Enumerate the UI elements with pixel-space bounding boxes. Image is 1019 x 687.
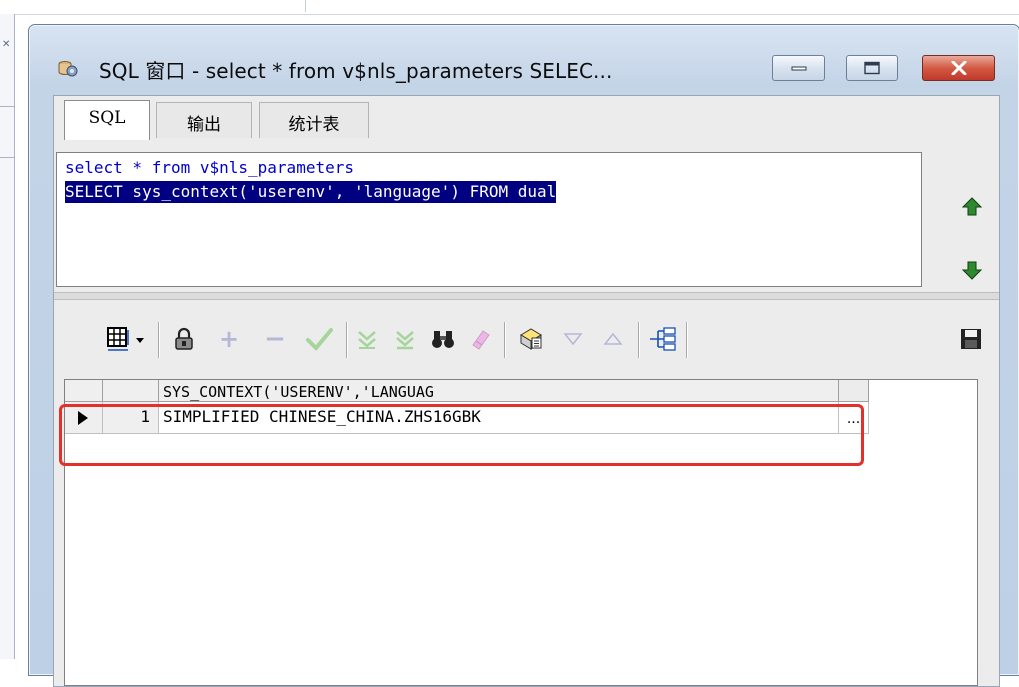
save-disk-icon bbox=[961, 329, 981, 349]
sql-line-1: select * from v$nls_parameters bbox=[65, 158, 354, 177]
find-button[interactable] bbox=[428, 324, 458, 354]
minimize-icon bbox=[791, 66, 806, 71]
fetch-last-button[interactable] bbox=[390, 324, 420, 354]
column-header-filler bbox=[839, 380, 869, 402]
query-records-icon bbox=[520, 328, 542, 350]
fetch-next-icon bbox=[358, 331, 376, 349]
plus-icon: + bbox=[218, 325, 240, 353]
history-down-icon[interactable] bbox=[961, 259, 983, 281]
lock-icon bbox=[175, 327, 193, 350]
tab-sql[interactable]: SQL bbox=[64, 100, 150, 140]
pane-splitter[interactable] bbox=[54, 292, 999, 300]
checkmark-icon bbox=[306, 328, 333, 351]
background-separator bbox=[305, 0, 306, 12]
triangle-up-icon bbox=[603, 332, 623, 345]
eraser-icon bbox=[472, 330, 490, 350]
close-icon bbox=[951, 61, 966, 75]
window-title: SQL 窗口 - select * from v$nls_parameters … bbox=[99, 59, 613, 83]
sql-window-icon bbox=[58, 61, 78, 77]
post-changes-button[interactable] bbox=[304, 324, 334, 354]
grid-corner bbox=[65, 380, 103, 402]
save-button[interactable] bbox=[956, 324, 986, 354]
close-button[interactable] bbox=[922, 55, 995, 81]
grid-row-number-header bbox=[103, 380, 159, 402]
annotation-highlight-box bbox=[59, 404, 864, 466]
history-up-icon[interactable] bbox=[961, 196, 983, 218]
toolbar-separator bbox=[504, 322, 506, 358]
column-header[interactable]: SYS_CONTEXT('USERENV','LANGUAG bbox=[159, 380, 839, 402]
lock-button[interactable] bbox=[169, 324, 199, 354]
fetch-next-button[interactable] bbox=[352, 324, 382, 354]
minus-icon: − bbox=[264, 324, 286, 354]
close-icon[interactable]: ✕ bbox=[2, 40, 12, 50]
grid-options-button[interactable] bbox=[102, 324, 150, 354]
panel-divider bbox=[0, 157, 14, 158]
toolbar-separator bbox=[158, 322, 160, 358]
grid-table-icon bbox=[107, 327, 144, 351]
delete-record-button[interactable]: − bbox=[260, 324, 290, 354]
title-bar[interactable]: SQL 窗口 - select * from v$nls_parameters … bbox=[29, 25, 1019, 93]
toolbar-separator bbox=[346, 322, 348, 358]
toolbar-separator bbox=[638, 322, 640, 358]
maximize-icon bbox=[864, 61, 880, 75]
window-client-area: SQL 输出 统计表 select * from v$nls_parameter… bbox=[53, 95, 1000, 687]
binoculars-icon bbox=[432, 331, 454, 348]
sort-ascending-button[interactable] bbox=[598, 324, 628, 354]
tree-export-icon bbox=[650, 327, 676, 351]
maximize-button[interactable] bbox=[846, 55, 898, 81]
triangle-down-icon bbox=[563, 333, 583, 346]
sql-editor[interactable]: select * from v$nls_parameters SELECT sy… bbox=[56, 152, 922, 287]
minimize-button[interactable] bbox=[772, 55, 825, 81]
toolbar-separator bbox=[686, 322, 688, 358]
background-top-strip bbox=[0, 0, 1019, 15]
query-by-example-button[interactable] bbox=[516, 324, 546, 354]
tab-bar: SQL 输出 统计表 bbox=[54, 96, 999, 140]
clear-button[interactable] bbox=[466, 324, 496, 354]
sql-line-2-selected: SELECT sys_context('userenv', 'language'… bbox=[65, 181, 557, 203]
result-toolbar: + − bbox=[54, 306, 999, 372]
add-record-button[interactable]: + bbox=[214, 324, 244, 354]
export-results-button[interactable] bbox=[648, 324, 678, 354]
background-left-panel: ✕ bbox=[0, 14, 15, 659]
tab-output[interactable]: 输出 bbox=[156, 102, 252, 138]
sort-descending-button[interactable] bbox=[558, 324, 588, 354]
fetch-last-icon bbox=[396, 331, 414, 350]
panel-divider bbox=[0, 106, 14, 107]
sql-window[interactable]: SQL 窗口 - select * from v$nls_parameters … bbox=[28, 24, 1019, 687]
tab-statistics[interactable]: 统计表 bbox=[259, 102, 369, 138]
